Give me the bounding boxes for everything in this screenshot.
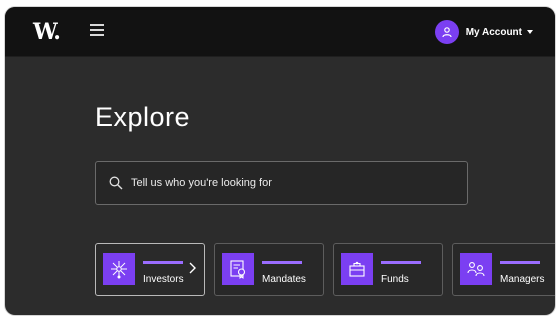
category-card-managers[interactable]: Managers [452,243,555,296]
briefcase-icon [341,253,373,285]
account-label: My Account [465,26,522,38]
search-input[interactable]: Tell us who you're looking for [95,161,468,205]
card-label: Funds [381,274,409,285]
card-label: Mandates [262,274,306,285]
category-card-investors[interactable]: Investors [95,243,205,296]
certificate-icon [222,253,254,285]
page-title: Explore [95,102,191,132]
app-window: W. My Account Explore Tell us who you're… [5,7,555,315]
brand-logo[interactable]: W. [33,19,61,45]
caret-down-icon [527,30,533,34]
user-icon [434,20,459,44]
hamburger-menu-icon[interactable] [90,24,104,36]
search-placeholder: Tell us who you're looking for [131,177,272,189]
network-icon [103,253,135,285]
top-navigation-bar: W. My Account [5,7,555,57]
card-label: Investors [143,274,184,285]
category-card-funds[interactable]: Funds [333,243,443,296]
card-accent-bar [381,261,421,264]
search-icon [109,176,123,190]
card-accent-bar [262,261,302,264]
people-icon [460,253,492,285]
card-accent-bar [500,261,540,264]
chevron-right-icon [189,262,196,274]
card-label: Managers [500,274,545,285]
my-account-button[interactable]: My Account [434,20,533,44]
category-card-mandates[interactable]: Mandates [214,243,324,296]
card-accent-bar [143,261,183,264]
